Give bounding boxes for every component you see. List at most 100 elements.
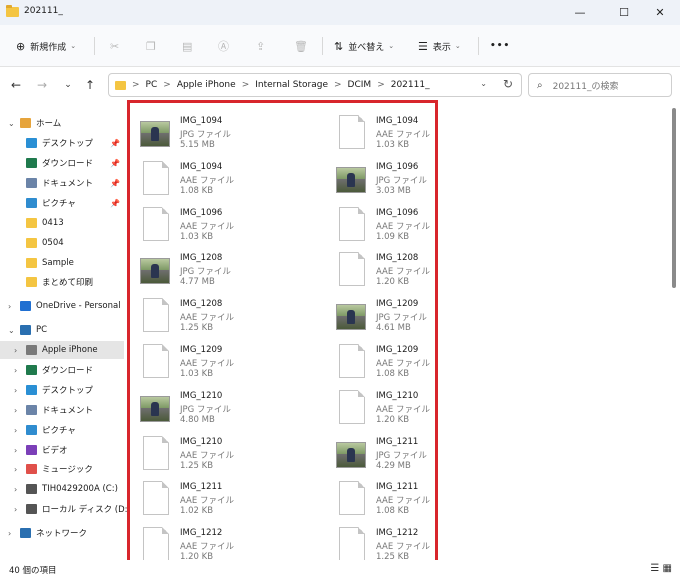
file-tile[interactable]: IMG_1209 AAE ファイル 1.03 KB bbox=[130, 340, 280, 384]
copy-button[interactable]: ❐ bbox=[146, 36, 161, 56]
file-name: IMG_1096 bbox=[180, 207, 223, 218]
delete-button[interactable]: 🗑 bbox=[294, 36, 313, 56]
sidebar-item[interactable]: › ビデオ bbox=[0, 441, 124, 459]
image-thumbnail bbox=[140, 121, 170, 147]
new-button[interactable]: ⊕ 新規作成 ⌄ bbox=[16, 36, 76, 56]
refresh-button[interactable]: ↻ bbox=[503, 77, 513, 91]
sidebar-item[interactable]: Sample bbox=[0, 254, 124, 272]
sidebar-item[interactable]: ⌄ ホーム bbox=[0, 114, 124, 132]
chevron-right-icon[interactable]: › bbox=[8, 529, 11, 538]
chevron-right-icon[interactable]: › bbox=[14, 366, 17, 375]
chevron-right-icon[interactable]: › bbox=[14, 406, 17, 415]
sidebar-item[interactable]: ダウンロード 📌 bbox=[0, 154, 124, 172]
address-bar[interactable]: > PC > Apple iPhone > Internal Storage >… bbox=[108, 73, 522, 97]
chevron-down-icon[interactable]: ⌄ bbox=[8, 326, 15, 335]
tiles-view-icon[interactable]: ▦ bbox=[663, 563, 672, 574]
file-tile[interactable]: IMG_1094 AAE ファイル 1.08 KB bbox=[130, 157, 280, 201]
home-icon bbox=[20, 118, 31, 128]
chevron-right-icon[interactable]: › bbox=[14, 386, 17, 395]
chevron-down-icon[interactable]: ⌄ bbox=[480, 79, 487, 88]
sidebar-item[interactable]: 0504 bbox=[0, 234, 124, 252]
sidebar-item[interactable]: › ドキュメント bbox=[0, 401, 124, 419]
breadcrumb-202111[interactable]: 202111_ bbox=[391, 80, 430, 90]
file-tile[interactable]: IMG_1096 JPG ファイル 3.03 MB bbox=[326, 157, 435, 201]
sidebar-item[interactable]: デスクトップ 📌 bbox=[0, 134, 124, 152]
file-tile[interactable]: IMG_1094 JPG ファイル 5.15 MB bbox=[130, 111, 280, 155]
more-options-button[interactable]: ••• bbox=[490, 36, 510, 56]
sidebar-item[interactable]: › ダウンロード bbox=[0, 361, 124, 379]
chevron-right-icon[interactable]: › bbox=[14, 465, 17, 474]
file-tile[interactable]: IMG_1094 AAE ファイル 1.03 KB bbox=[326, 111, 435, 155]
breadcrumb-apple-iphone[interactable]: Apple iPhone bbox=[177, 80, 236, 90]
file-tile[interactable]: IMG_1211 AAE ファイル 1.08 KB bbox=[326, 477, 435, 521]
scrollbar[interactable] bbox=[672, 108, 676, 288]
chevron-right-icon[interactable]: › bbox=[14, 446, 17, 455]
sidebar-item[interactable]: › ネットワーク bbox=[0, 524, 124, 542]
sidebar-item[interactable]: › ローカル ディスク (D:) bbox=[0, 500, 131, 518]
sidebar-item[interactable]: まとめて印刷 bbox=[0, 273, 124, 291]
rename-button[interactable]: Ⓐ bbox=[218, 36, 234, 56]
details-view-icon[interactable]: ☰ bbox=[650, 563, 659, 574]
chevron-right-icon[interactable]: › bbox=[14, 346, 17, 355]
view-toggle[interactable]: ☰ ▦ bbox=[650, 563, 672, 574]
file-type: AAE ファイル bbox=[376, 267, 430, 278]
sidebar-item-label: 0504 bbox=[42, 238, 64, 248]
phone-icon bbox=[26, 345, 37, 355]
file-tile[interactable]: IMG_1209 JPG ファイル 4.61 MB bbox=[326, 294, 435, 338]
chevron-right-icon[interactable]: › bbox=[8, 302, 11, 311]
share-button[interactable]: ⇪ bbox=[256, 36, 270, 56]
chevron-right-icon[interactable]: › bbox=[14, 426, 17, 435]
back-button[interactable]: ← bbox=[8, 77, 24, 93]
sidebar-item[interactable]: 0413 bbox=[0, 214, 124, 232]
sidebar-item[interactable]: › TIH0429200A (C:) bbox=[0, 480, 124, 498]
sidebar-item[interactable]: › デスクトップ bbox=[0, 381, 124, 399]
file-tile[interactable]: IMG_1210 JPG ファイル 4.80 MB bbox=[130, 386, 280, 430]
sidebar-item[interactable]: › ピクチャ bbox=[0, 421, 124, 439]
sidebar-item-label: Sample bbox=[42, 258, 74, 268]
file-tile[interactable]: IMG_1208 AAE ファイル 1.20 KB bbox=[326, 248, 435, 292]
file-tile[interactable]: IMG_1211 JPG ファイル 4.29 MB bbox=[326, 432, 435, 476]
file-tile[interactable]: IMG_1210 AAE ファイル 1.25 KB bbox=[130, 432, 280, 476]
close-button[interactable]: ✕ bbox=[640, 0, 680, 25]
file-tile[interactable]: IMG_1211 AAE ファイル 1.02 KB bbox=[130, 477, 280, 521]
chevron-right-icon[interactable]: › bbox=[14, 505, 17, 514]
sidebar-item[interactable]: ドキュメント 📌 bbox=[0, 174, 124, 192]
view-button[interactable]: ☰ 表示 ⌄ bbox=[418, 36, 461, 56]
folder-icon bbox=[26, 218, 37, 228]
forward-button[interactable]: → bbox=[34, 77, 50, 93]
minimize-button[interactable]: — bbox=[560, 0, 600, 25]
search-input[interactable]: ⌕ 202111_の検索 bbox=[528, 73, 672, 97]
file-tile[interactable]: IMG_1096 AAE ファイル 1.03 KB bbox=[130, 203, 280, 247]
maximize-button[interactable]: ☐ bbox=[604, 0, 644, 25]
new-label: 新規作成 bbox=[30, 42, 67, 53]
file-tile[interactable]: IMG_1210 AAE ファイル 1.20 KB bbox=[326, 386, 435, 430]
file-type: AAE ファイル bbox=[376, 496, 430, 507]
cut-button[interactable]: ✂ bbox=[110, 36, 124, 56]
sidebar-item-label: ダウンロード bbox=[42, 366, 94, 376]
sidebar-item[interactable]: ピクチャ 📌 bbox=[0, 194, 124, 212]
window-title: 202111_ bbox=[24, 6, 63, 16]
breadcrumb-dcim[interactable]: DCIM bbox=[348, 80, 372, 90]
sort-button[interactable]: ⇅ 並べ替え ⌄ bbox=[334, 36, 394, 56]
breadcrumb-internal-storage[interactable]: Internal Storage bbox=[255, 80, 328, 90]
file-tile[interactable]: IMG_1209 AAE ファイル 1.08 KB bbox=[326, 340, 435, 384]
file-tile[interactable]: IMG_1096 AAE ファイル 1.09 KB bbox=[326, 203, 435, 247]
file-tile[interactable]: IMG_1208 JPG ファイル 4.77 MB bbox=[130, 248, 280, 292]
file-tile[interactable]: IMG_1208 AAE ファイル 1.25 KB bbox=[130, 294, 280, 338]
clipboard-icon: ▤ bbox=[182, 39, 193, 53]
file-name: IMG_1208 bbox=[180, 253, 223, 264]
sidebar-item[interactable]: ⌄ PC bbox=[0, 321, 124, 339]
file-size: 1.20 KB bbox=[376, 277, 410, 288]
chevron-right-icon[interactable]: › bbox=[14, 485, 17, 494]
sidebar-item[interactable]: › Apple iPhone bbox=[0, 341, 124, 359]
breadcrumb-pc[interactable]: PC bbox=[146, 80, 158, 90]
sidebar-item[interactable]: › ミュージック bbox=[0, 460, 124, 478]
view-label: 表示 bbox=[432, 42, 451, 53]
chevron-down-icon[interactable]: ⌄ bbox=[8, 119, 15, 128]
up-button[interactable]: ↑ bbox=[82, 77, 98, 93]
sidebar-item-label: Apple iPhone bbox=[42, 345, 98, 355]
paste-button[interactable]: ▤ bbox=[182, 36, 197, 56]
sidebar-item[interactable]: › OneDrive - Personal bbox=[0, 297, 124, 315]
file-type: AAE ファイル bbox=[376, 221, 430, 232]
recent-locations-button[interactable]: ⌄ bbox=[60, 77, 76, 93]
